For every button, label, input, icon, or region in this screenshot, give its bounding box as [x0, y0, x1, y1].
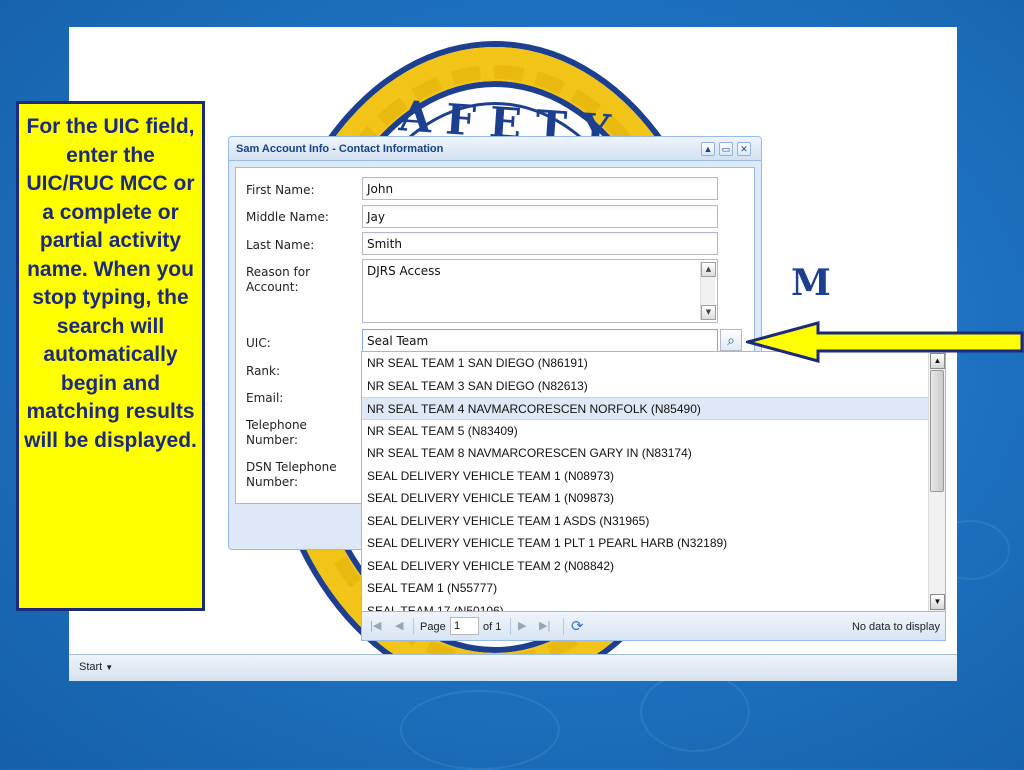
page-label: Page: [420, 621, 446, 633]
uic-result-item[interactable]: NR SEAL TEAM 5 (N83409): [362, 420, 928, 443]
pager-status: No data to display: [851, 621, 940, 633]
pointer-arrow-icon: [746, 321, 1024, 363]
uic-result-item[interactable]: SEAL DELIVERY VEHICLE TEAM 1 PLT 1 PEARL…: [362, 532, 928, 555]
previous-page-icon[interactable]: ◀: [395, 619, 403, 632]
reason-textarea[interactable]: DJRS Access ▲ ▼: [362, 259, 718, 323]
last-page-icon[interactable]: ▶|: [539, 619, 550, 632]
next-page-icon[interactable]: ▶: [518, 619, 526, 632]
callout-text: For the UIC field, enter the UIC/RUC MCC…: [24, 115, 197, 452]
collapse-up-icon[interactable]: ▲: [701, 142, 715, 156]
middle-name-field[interactable]: Jay: [362, 205, 718, 228]
uic-result-item[interactable]: SEAL DELIVERY VEHICLE TEAM 1 (N09873): [362, 487, 928, 510]
scroll-down-icon[interactable]: ▼: [930, 594, 945, 610]
start-button-label: Start: [79, 661, 103, 673]
maximize-icon[interactable]: ▭: [719, 142, 733, 156]
pager-separator: [563, 618, 564, 635]
uic-result-item[interactable]: SEAL DELIVERY VEHICLE TEAM 1 ASDS (N3196…: [362, 510, 928, 533]
instruction-callout: For the UIC field, enter the UIC/RUC MCC…: [16, 101, 205, 611]
reason-label: Reason for Account:: [246, 265, 311, 294]
uic-results-dropdown: NR SEAL TEAM 1 SAN DIEGO (N86191) NR SEA…: [361, 351, 946, 641]
first-name-label: First Name:: [246, 183, 315, 197]
background-ripple: [640, 672, 750, 752]
scrollbar-thumb[interactable]: [930, 370, 944, 492]
pager-separator: [413, 618, 414, 635]
uic-combo-input[interactable]: Seal Team: [362, 329, 718, 352]
uic-result-item-selected[interactable]: NR SEAL TEAM 4 NAVMARCORESCEN NORFOLK (N…: [362, 397, 928, 420]
scroll-down-icon[interactable]: ▼: [701, 305, 716, 320]
results-scrollbar[interactable]: ▲ ▼: [928, 352, 945, 611]
uic-result-item[interactable]: SEAL TEAM 17 (N50106): [362, 600, 928, 612]
uic-result-item[interactable]: SEAL DELIVERY VEHICLE TEAM 1 (N08973): [362, 465, 928, 488]
last-name-field[interactable]: Smith: [362, 232, 718, 255]
uic-result-item[interactable]: SEAL TEAM 1 (N55777): [362, 577, 928, 600]
results-pager: |◀ ◀ Page 1 of 1 ▶ ▶| ⟳ No data to displ…: [362, 611, 945, 640]
first-page-icon[interactable]: |◀: [370, 619, 381, 632]
safety-seal-letter: M: [791, 262, 831, 304]
middle-name-label: Middle Name:: [246, 210, 329, 224]
taskbar: Start ▼: [69, 654, 957, 681]
uic-result-item[interactable]: SEAL DELIVERY VEHICLE TEAM 2 (N08842): [362, 555, 928, 578]
uic-result-item[interactable]: NR SEAL TEAM 3 SAN DIEGO (N82613): [362, 375, 928, 398]
dsn-telephone-label: DSN Telephone Number:: [246, 460, 337, 489]
dialog-title: Sam Account Info - Contact Information: [236, 143, 444, 155]
scroll-up-icon[interactable]: ▲: [701, 262, 716, 277]
reason-value: DJRS Access: [367, 264, 441, 278]
chevron-down-icon: ▼: [105, 663, 114, 672]
rank-label: Rank:: [246, 364, 281, 378]
last-name-label: Last Name:: [246, 238, 315, 252]
telephone-label: Telephone Number:: [246, 418, 307, 447]
background-ripple: [400, 690, 560, 770]
email-label: Email:: [246, 391, 284, 405]
dialog-header[interactable]: Sam Account Info - Contact Information ▲…: [229, 137, 761, 161]
search-icon[interactable]: ⌕: [720, 329, 742, 351]
page-number-input[interactable]: 1: [450, 617, 479, 635]
close-icon[interactable]: ✕: [737, 142, 751, 156]
start-button[interactable]: Start ▼: [79, 661, 113, 673]
uic-result-item[interactable]: NR SEAL TEAM 8 NAVMARCORESCEN GARY IN (N…: [362, 442, 928, 465]
refresh-icon[interactable]: ⟳: [571, 617, 584, 635]
page-of-label: of 1: [483, 621, 502, 633]
first-name-field[interactable]: John: [362, 177, 718, 200]
pager-separator: [510, 618, 511, 635]
textarea-scrollbar[interactable]: ▲ ▼: [700, 262, 716, 320]
uic-label: UIC:: [246, 336, 271, 350]
uic-results-list: NR SEAL TEAM 1 SAN DIEGO (N86191) NR SEA…: [362, 352, 928, 611]
